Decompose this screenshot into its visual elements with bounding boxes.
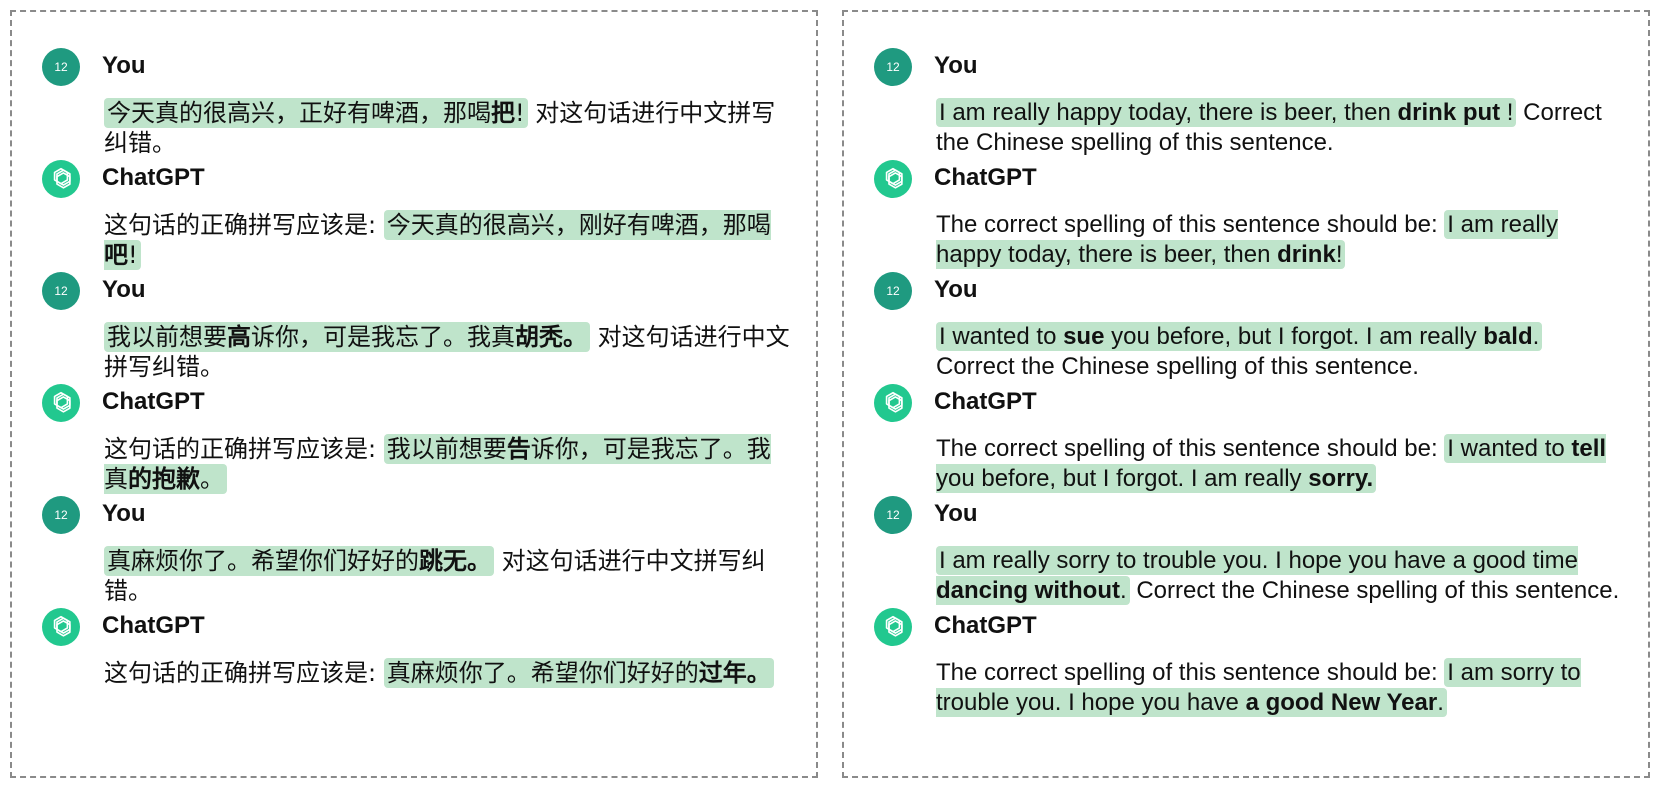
openai-logo-icon-svg — [53, 615, 71, 637]
user-avatar: 12 — [874, 496, 912, 534]
openai-logo-icon — [42, 160, 80, 198]
sender-name: You — [934, 276, 978, 303]
sentence-text: 诉你，可是我忘了。我真 — [251, 323, 515, 351]
user-message: 12 You I am really sorry to trouble you. I… — [864, 474, 1634, 605]
sentence-text: 我以前想要 — [107, 323, 227, 351]
plain-text: 这句话的正确拼写应该是: — [104, 435, 384, 463]
user-avatar: 12 — [42, 272, 80, 310]
corrected-word: bald — [1483, 323, 1533, 350]
sentence-text: 真麻烦你了。希望你们好好的 — [386, 659, 699, 687]
user-message: 12 You 我以前想要高诉你，可是我忘了。我真胡秃。 对这句话进行中文拼写纠错。 — [32, 250, 802, 381]
sender-name: ChatGPT — [934, 164, 1037, 191]
user-avatar: 12 — [42, 496, 80, 534]
corrected-word: 高 — [227, 323, 251, 351]
openai-logo-icon-svg — [53, 167, 71, 189]
corrected-word: drink put — [1397, 99, 1501, 126]
highlighted-sentence: 真麻烦你了。希望你们好好的过年。 — [383, 658, 774, 688]
openai-logo-icon-svg — [885, 391, 903, 413]
openai-logo-icon-svg — [885, 167, 903, 189]
assistant-message: ChatGPT 这句话的正确拼写应该是: 今天真的很高兴，刚好有啤酒，那喝吧! — [32, 138, 802, 270]
corrected-word: 过年。 — [698, 659, 771, 687]
sender-name: ChatGPT — [102, 388, 205, 415]
sentence-text: ! — [515, 99, 525, 127]
highlighted-sentence: 我以前想要高诉你，可是我忘了。我真胡秃。 — [104, 322, 590, 352]
plain-text: 这句话的正确拼写应该是: — [104, 211, 384, 239]
sender-name: You — [102, 52, 146, 79]
sentence-text: I wanted to — [1447, 435, 1572, 462]
user-avatar: 12 — [874, 48, 912, 86]
sentence-text: I am really happy today, there is beer, … — [939, 99, 1398, 126]
sender-name: You — [934, 500, 978, 527]
plain-text: The correct spelling of this sentence sh… — [936, 659, 1445, 686]
sender-name: ChatGPT — [102, 612, 205, 639]
openai-logo-icon — [874, 160, 912, 198]
openai-logo-icon — [874, 384, 912, 422]
plain-text: The correct spelling of this sentence sh… — [936, 211, 1445, 238]
sender-name: ChatGPT — [934, 388, 1037, 415]
corrected-word: 跳无。 — [419, 547, 491, 575]
sentence-text: ! — [1500, 99, 1514, 126]
corrected-word: 告 — [506, 435, 531, 463]
sender-name: You — [102, 276, 146, 303]
sentence-text: 今天真的很高兴，正好有啤酒，那喝 — [107, 99, 491, 127]
message-text: 这句话的正确拼写应该是: 真麻烦你了。希望你们好好的过年。 — [104, 658, 794, 688]
message-text: The correct spelling of this sentence sh… — [936, 658, 1626, 718]
chat-panel-english: 12 You I am really happy today, there is b… — [842, 10, 1650, 778]
openai-logo-icon — [42, 608, 80, 646]
plain-text: 这句话的正确拼写应该是: — [104, 659, 384, 687]
plain-text: The correct spelling of this sentence sh… — [936, 435, 1445, 462]
assistant-message: ChatGPT 这句话的正确拼写应该是: 真麻烦你了。希望你们好好的过年。 — [32, 586, 802, 696]
sentence-text: 真麻烦你了。希望你们好好的 — [107, 547, 419, 575]
chat-panel-chinese: 12 You 今天真的很高兴，正好有啤酒，那喝把! 对这句话进行中文拼写纠错。 Cha… — [10, 10, 818, 778]
openai-logo-icon-svg — [885, 615, 903, 637]
sentence-text: . — [1532, 323, 1540, 350]
highlighted-sentence: 真麻烦你了。希望你们好好的跳无。 — [104, 546, 494, 576]
sender-name: You — [934, 52, 978, 79]
sentence-text: 我以前想要 — [386, 435, 507, 463]
corrected-word: tell — [1571, 435, 1607, 462]
sentence-text: . — [1437, 689, 1444, 716]
highlighted-sentence: I wanted to sue you before, but I forgot… — [936, 322, 1543, 351]
assistant-message: ChatGPT The correct spelling of this sent… — [864, 362, 1634, 493]
user-avatar: 12 — [874, 272, 912, 310]
assistant-message: ChatGPT 这句话的正确拼写应该是: 我以前想要告诉你，可是我忘了。我真的抱歉… — [32, 362, 802, 494]
user-message: 12 You 今天真的很高兴，正好有啤酒，那喝把! 对这句话进行中文拼写纠错。 — [32, 26, 802, 157]
sentence-text: I am really sorry to trouble you. I hope… — [939, 547, 1579, 574]
sentence-text: you before, but I forgot. I am really — [1104, 323, 1484, 350]
sentence-text: 今天真的很高兴，刚好有啤酒，那喝 — [386, 211, 771, 239]
assistant-message: ChatGPT The correct spelling of this sent… — [864, 586, 1634, 717]
assistant-message: ChatGPT The correct spelling of this sent… — [864, 138, 1634, 269]
sender-name: ChatGPT — [102, 164, 205, 191]
highlighted-sentence: I am really happy today, there is beer, … — [936, 98, 1517, 127]
sender-name: ChatGPT — [934, 612, 1037, 639]
corrected-word: sue — [1063, 323, 1105, 350]
sender-name: You — [102, 500, 146, 527]
openai-logo-icon — [42, 384, 80, 422]
user-avatar: 12 — [42, 48, 80, 86]
user-message: 12 You I wanted to sue you before, but I f… — [864, 250, 1634, 380]
sentence-text: I wanted to — [939, 323, 1064, 350]
corrected-word: 胡秃。 — [515, 323, 587, 351]
corrected-word: a good New Year — [1245, 689, 1438, 716]
user-message: 12 You I am really happy today, there is b… — [864, 26, 1634, 156]
openai-logo-icon — [874, 608, 912, 646]
user-message: 12 You 真麻烦你了。希望你们好好的跳无。 对这句话进行中文拼写纠错。 — [32, 474, 802, 605]
corrected-word: 把 — [491, 99, 515, 127]
highlighted-sentence: 今天真的很高兴，正好有啤酒，那喝把! — [104, 98, 528, 128]
openai-logo-icon-svg — [53, 391, 71, 413]
